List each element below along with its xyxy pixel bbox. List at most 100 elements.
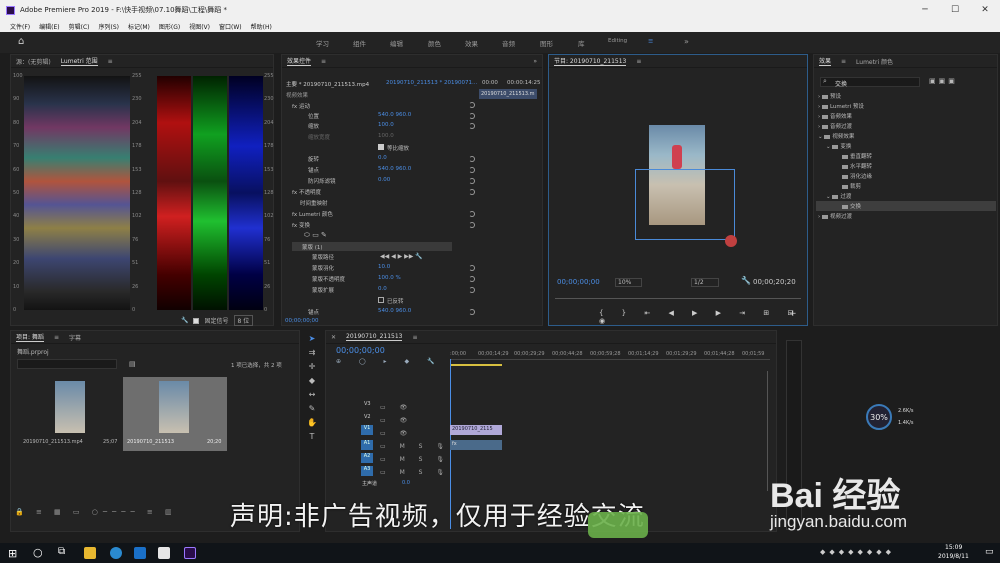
timeline-close-icon[interactable]: ✕ <box>331 334 336 341</box>
ec-row-transform[interactable]: fx 变换 <box>292 221 310 229</box>
mask-track-buttons[interactable]: ◀◀ ◀ ▶ ▶▶ 🔧 <box>380 253 423 260</box>
effects-tree-item[interactable]: 水平翻转 <box>842 162 872 170</box>
track-v1[interactable]: V1 <box>361 425 373 435</box>
master-clip-label[interactable]: 主要 * 20190710_211513.mp4 <box>286 80 369 88</box>
perf-widget[interactable]: 30% <box>866 404 892 430</box>
workspace-menu-icon[interactable]: ≡ <box>648 37 653 45</box>
program-title[interactable]: 节目: 20190710_211513 <box>554 56 627 66</box>
ec-row-motion[interactable]: fx 运动 <box>292 102 310 110</box>
task-view-icon[interactable]: ⧉ <box>58 546 65 557</box>
effects-filter-icons[interactable]: ▣▣▣ <box>929 77 958 85</box>
panel-menu-icon[interactable]: ≡ <box>412 334 417 341</box>
effects-tree-item[interactable]: 羽化边缘 <box>842 172 872 180</box>
home-icon[interactable]: ⌂ <box>18 36 24 47</box>
pen-tool-icon[interactable]: ✎ <box>309 404 316 413</box>
timeline-tool-icons[interactable]: ⊕ ◯ ▸ ◆ 🔧 <box>336 358 442 365</box>
reset-icon[interactable] <box>469 178 475 184</box>
minimize-icon[interactable]: ─ <box>910 0 940 20</box>
workspace-editing-custom[interactable]: Editing <box>608 38 627 44</box>
file-explorer-icon[interactable] <box>84 547 96 559</box>
menu-view[interactable]: 视图(V) <box>189 22 210 31</box>
razor-tool-icon[interactable]: ◆ <box>309 376 315 385</box>
reset-icon[interactable] <box>469 276 475 282</box>
workspace-color[interactable]: 颜色 <box>428 38 441 48</box>
mask-expansion-val[interactable]: 0.0 <box>378 286 387 292</box>
premiere-taskbar-icon[interactable] <box>184 547 196 559</box>
effects-search-input[interactable]: 交换 <box>820 77 920 88</box>
workspace-libraries[interactable]: 库 <box>578 38 585 48</box>
effects-tree-item[interactable]: ⌄ 视频效果 <box>818 132 854 140</box>
menu-window[interactable]: 窗口(W) <box>219 22 242 31</box>
ec-val-anchor[interactable]: 540.0 960.0 <box>378 166 411 172</box>
reset-icon[interactable] <box>469 309 475 315</box>
hand-tool-icon[interactable]: ✋ <box>307 418 317 427</box>
app-icon[interactable] <box>134 547 146 559</box>
track-a2[interactable]: A2 <box>361 453 373 463</box>
tab-sequence[interactable]: 20190710_211513 <box>346 333 403 341</box>
menu-edit[interactable]: 编辑(E) <box>39 22 59 31</box>
track-a1[interactable]: A1 <box>361 440 373 450</box>
track-v3[interactable]: V3 <box>364 401 371 407</box>
reset-icon[interactable] <box>469 222 475 228</box>
notifications-icon[interactable]: ▭ <box>985 547 994 557</box>
close-icon[interactable]: ✕ <box>970 0 1000 20</box>
effects-tree-item[interactable]: 裁剪 <box>842 182 861 190</box>
ec-val-rotation[interactable]: 0.0 <box>378 155 387 161</box>
resolution-select[interactable]: 1/2 <box>691 278 719 287</box>
zoom-select[interactable]: 10% <box>615 278 643 287</box>
workspace-graphics[interactable]: 图形 <box>540 38 553 48</box>
reset-icon[interactable] <box>469 211 475 217</box>
master-track-value[interactable]: 0.0 <box>402 480 410 486</box>
menu-marker[interactable]: 标记(M) <box>128 22 150 31</box>
effects-tree-item[interactable]: ⌄ 过渡 <box>826 192 851 200</box>
tab-effect-controls[interactable]: 效果控件 <box>287 56 312 66</box>
reset-icon[interactable] <box>469 189 475 195</box>
clock-date[interactable]: 2019/8/11 <box>938 553 969 560</box>
wrench-icon[interactable]: 🔧 <box>741 276 751 285</box>
mask-opacity-val[interactable]: 100.0 % <box>378 275 401 281</box>
maximize-icon[interactable]: ☐ <box>940 0 970 20</box>
type-tool-icon[interactable]: T <box>310 432 315 441</box>
reset-icon[interactable] <box>469 287 475 293</box>
effects-tree-item[interactable]: ⌄ 变换 <box>826 142 851 150</box>
menu-sequence[interactable]: 序列(S) <box>99 22 120 31</box>
sequence-clip-label[interactable]: 20190710_211513 * 20190071... <box>386 80 477 86</box>
effects-tree-item[interactable]: › 音频过渡 <box>818 122 852 130</box>
track-v2[interactable]: V2 <box>364 414 371 420</box>
reset-icon[interactable] <box>469 102 475 108</box>
new-bin-icon[interactable]: ▤ <box>129 360 136 368</box>
effects-tree-item[interactable]: 垂直翻转 <box>842 152 872 160</box>
tab-lumetri-color[interactable]: Lumetri 颜色 <box>856 57 893 66</box>
clock-time[interactable]: 15:09 <box>945 544 962 551</box>
menu-help[interactable]: 帮助(H) <box>251 22 272 31</box>
work-area-bar[interactable] <box>450 364 502 366</box>
ec-current-time[interactable]: 00;00;00;00 <box>285 318 319 324</box>
reset-icon[interactable] <box>469 123 475 129</box>
workspace-learning[interactable]: 学习 <box>316 38 329 48</box>
track-select-tool-icon[interactable]: ⇉ <box>309 348 316 357</box>
track-a3[interactable]: A3 <box>361 466 373 476</box>
audio-clip[interactable]: fx <box>450 440 502 450</box>
ec-val-antiflicker[interactable]: 0.00 <box>378 177 390 183</box>
selection-tool-icon[interactable]: ➤ <box>309 334 316 343</box>
windows-start-icon[interactable]: ⊞ <box>8 547 17 560</box>
transport-controls[interactable]: { } ⇤ ◀ ▶ ▶ ⇥ ⊞ ⊟ ◉ <box>599 309 807 325</box>
mask-title[interactable]: 蒙版 (1) <box>302 243 323 251</box>
ec-row-lumetri[interactable]: fx Lumetri 颜色 <box>292 210 333 218</box>
effects-tree-item[interactable]: › Lumetri 预设 <box>818 102 864 110</box>
program-scrubber[interactable] <box>555 291 801 299</box>
add-button-icon[interactable]: + <box>789 309 797 319</box>
panel-menu-icon[interactable]: ≡ <box>321 58 326 65</box>
wrench-icon[interactable]: 🔧 <box>181 317 188 324</box>
workspace-effects[interactable]: 效果 <box>465 38 478 48</box>
video-clip[interactable]: 20190710_2115 <box>450 425 502 435</box>
panel-menu-icon[interactable]: ≡ <box>54 334 59 341</box>
browser-icon[interactable] <box>110 547 122 559</box>
track-toggle-icons[interactable]: ▭ 👁 ▭ 👁 ▭ 👁 ▭ M S 🎙 ▭ M S 🎙 ▭ M S 🎙 <box>380 401 450 479</box>
ec-val-scale[interactable]: 100.0 <box>378 122 394 128</box>
workspace-assembly[interactable]: 组件 <box>353 38 366 48</box>
mask-shape-icons[interactable]: ⬭ ▭ ✎ <box>304 231 327 240</box>
reset-icon[interactable] <box>469 167 475 173</box>
ec-val-position[interactable]: 540.0 960.0 <box>378 112 411 118</box>
effects-tree-item-selected[interactable]: 交换 <box>842 202 861 210</box>
